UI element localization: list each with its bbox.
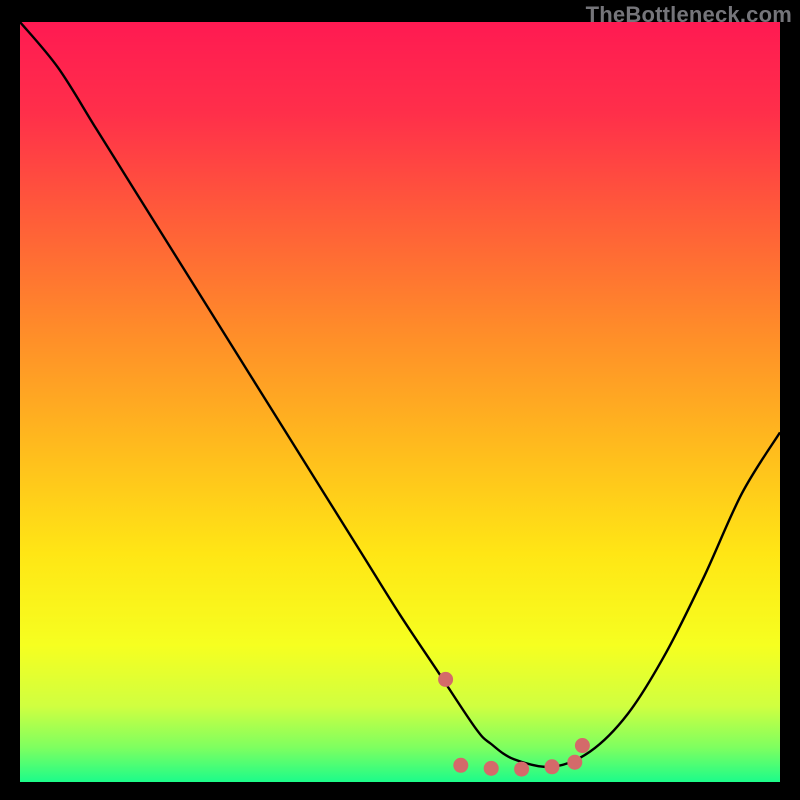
highlight-dot (545, 759, 560, 774)
highlight-dot (567, 755, 582, 770)
highlight-dot (575, 738, 590, 753)
chart-frame: TheBottleneck.com (0, 0, 800, 800)
watermark-label: TheBottleneck.com (586, 2, 792, 28)
chart-svg (20, 22, 780, 782)
highlight-dot (514, 762, 529, 777)
bottleneck-chart (20, 22, 780, 782)
highlight-dot (484, 761, 499, 776)
highlight-dot (438, 672, 453, 687)
chart-background (20, 22, 780, 782)
highlight-dot (453, 758, 468, 773)
